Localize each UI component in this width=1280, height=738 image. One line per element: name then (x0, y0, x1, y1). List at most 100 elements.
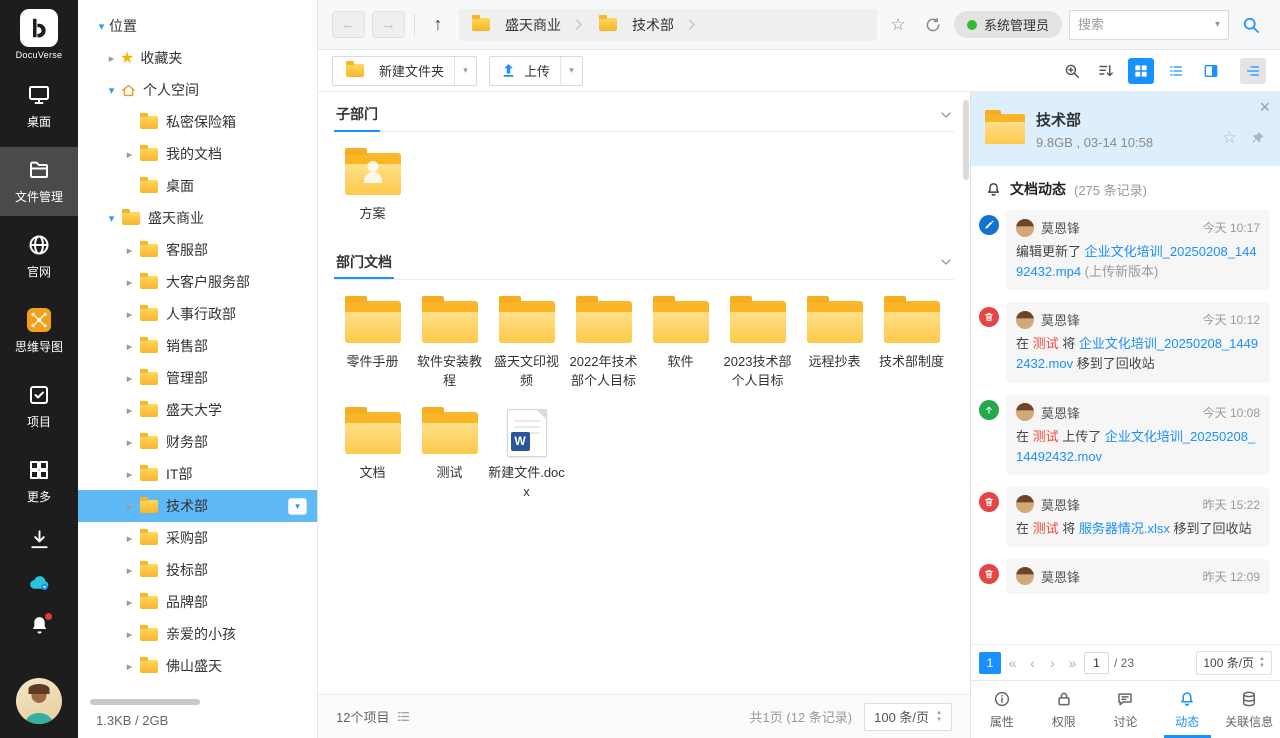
tree-item[interactable]: ▸销售部 (78, 330, 317, 362)
location-link[interactable]: 测试 (1033, 521, 1059, 536)
tab-关联信息[interactable]: 关联信息 (1218, 681, 1280, 738)
breadcrumb-item[interactable]: 技术部 (596, 15, 674, 35)
file-item[interactable]: 远程抄表 (796, 292, 873, 391)
tree-item[interactable]: ▸大客户服务部 (78, 266, 317, 298)
tree-item[interactable]: ▸财务部 (78, 426, 317, 458)
file-item[interactable]: 2023技术部个人目标 (719, 292, 796, 391)
search-dropdown-icon[interactable]: ▾ (1215, 19, 1220, 30)
tree-item[interactable]: ▸佛山盛天 (78, 650, 317, 682)
rail-tool-cloud-sync[interactable] (26, 569, 52, 595)
search-button[interactable] (1236, 10, 1266, 40)
info-panel-toggle-button[interactable] (1240, 58, 1266, 84)
sort-icon[interactable] (1093, 58, 1119, 84)
tree-item[interactable]: ▾个人空间 (78, 74, 317, 106)
search-input[interactable] (1078, 17, 1215, 32)
location-link[interactable]: 测试 (1033, 336, 1059, 351)
tree-item[interactable]: ▸盛天大学 (78, 394, 317, 426)
refresh-icon[interactable] (919, 11, 947, 39)
file-item[interactable]: 2022年技术部个人目标 (565, 292, 642, 391)
tree-item[interactable]: ▸投标部 (78, 554, 317, 586)
horizontal-scrollbar[interactable] (90, 699, 200, 705)
tree-item[interactable]: ▸采购部 (78, 522, 317, 554)
chevron-right-icon[interactable]: ▸ (122, 468, 137, 481)
prev-page-icon[interactable]: ‹ (1024, 652, 1041, 674)
chevron-right-icon[interactable]: ▸ (122, 404, 137, 417)
tree-item[interactable]: 桌面 (78, 170, 317, 202)
chevron-right-icon[interactable]: ▸ (122, 564, 137, 577)
rail-tool-download[interactable] (26, 526, 52, 552)
collapse-section-icon[interactable] (938, 254, 954, 270)
zoom-icon[interactable] (1059, 58, 1085, 84)
new-folder-button[interactable]: 新建文件夹 ▾ (332, 56, 477, 86)
rail-tool-notifications[interactable] (26, 612, 52, 638)
feed-card[interactable]: 莫恩锋今天 10:17编辑更新了 企业文化培训_20250208_1449243… (1006, 210, 1270, 290)
user-role-badge[interactable]: 系统管理员 (954, 11, 1062, 38)
file-item[interactable]: W新建文件.docx (488, 403, 565, 502)
chevron-right-icon[interactable]: ▸ (122, 276, 137, 289)
tree-item[interactable]: ▸品牌部 (78, 586, 317, 618)
rail-item-desktop[interactable]: 桌面 (0, 72, 78, 141)
collapse-section-icon[interactable] (938, 107, 954, 123)
user-avatar[interactable] (16, 678, 62, 724)
chevron-right-icon[interactable]: ▸ (122, 372, 137, 385)
file-item[interactable]: 盛天文印视频 (488, 292, 565, 391)
chevron-right-icon[interactable]: ▸ (122, 628, 137, 641)
chevron-down-icon[interactable]: ▾ (104, 84, 119, 97)
tree-item[interactable]: ▸亲爱的小孩 (78, 618, 317, 650)
tree-item[interactable]: ▸我的文档 (78, 138, 317, 170)
file-item[interactable]: 零件手册 (334, 292, 411, 391)
feed-card[interactable]: 莫恩锋昨天 15:22在 测试 将 服务器情况.xlsx 移到了回收站 (1006, 487, 1270, 547)
feed-card[interactable]: 莫恩锋昨天 12:09 (1006, 559, 1270, 594)
file-link[interactable]: 服务器情况.xlsx (1079, 521, 1170, 536)
rail-item-file-manager[interactable]: 文件管理 (0, 147, 78, 216)
chevron-right-icon[interactable]: ▸ (122, 148, 137, 161)
first-page-icon[interactable]: « (1004, 652, 1021, 674)
back-button[interactable]: ← (332, 11, 365, 38)
tree-item[interactable]: ▸IT部 (78, 458, 317, 490)
tree-item[interactable]: ▸技术部▾ (78, 490, 317, 522)
pin-icon[interactable] (1249, 130, 1266, 147)
tree-root-location[interactable]: ▾ 位置 (78, 10, 317, 42)
chevron-right-icon[interactable]: ▸ (122, 596, 137, 609)
file-item[interactable]: 测试 (411, 403, 488, 502)
page-1-button[interactable]: 1 (979, 652, 1001, 674)
chevron-right-icon[interactable]: ▸ (122, 340, 137, 353)
last-page-icon[interactable]: » (1064, 652, 1081, 674)
grid-view-button[interactable] (1128, 58, 1154, 84)
tree-item[interactable]: ▾盛天商业 (78, 202, 317, 234)
page-size-select[interactable]: 100 条/页 ▲▼ (864, 703, 952, 731)
vertical-scrollbar[interactable] (963, 100, 969, 180)
chevron-right-icon[interactable]: ▸ (104, 52, 119, 65)
chevron-right-icon[interactable]: ▸ (122, 244, 137, 257)
tab-属性[interactable]: 属性 (971, 681, 1033, 738)
rail-item-website[interactable]: 官网 (0, 222, 78, 291)
feed-card[interactable]: 莫恩锋今天 10:08在 测试 上传了 企业文化培训_20250208_1449… (1006, 395, 1270, 475)
tree-item[interactable]: ▸客服部 (78, 234, 317, 266)
detail-view-button[interactable] (1198, 58, 1224, 84)
chevron-down-icon[interactable]: ▾ (104, 212, 119, 225)
forward-button[interactable]: → (372, 11, 405, 38)
chevron-right-icon[interactable]: ▸ (122, 532, 137, 545)
page-input[interactable] (1084, 652, 1109, 674)
close-icon[interactable]: × (1259, 98, 1270, 116)
chevron-right-icon[interactable]: ▸ (122, 500, 137, 513)
tab-动态[interactable]: 动态 (1156, 681, 1218, 738)
tree-item[interactable]: ▸人事行政部 (78, 298, 317, 330)
up-level-button[interactable]: ↑ (424, 11, 452, 38)
tab-讨论[interactable]: 讨论 (1095, 681, 1157, 738)
upload-button[interactable]: 上传 ▾ (489, 56, 583, 86)
feed-card[interactable]: 莫恩锋今天 10:12在 测试 将 企业文化培训_20250208_144924… (1006, 302, 1270, 382)
chevron-right-icon[interactable]: ▸ (122, 308, 137, 321)
favorite-star-icon[interactable]: ☆ (1222, 128, 1237, 148)
feed-page-size-select[interactable]: 100 条/页 ▲▼ (1196, 651, 1272, 675)
favorite-star-icon[interactable]: ☆ (884, 11, 912, 39)
rail-item-projects[interactable]: 项目 (0, 372, 78, 441)
tree-item[interactable]: ▸★收藏夹 (78, 42, 317, 74)
breadcrumb-item[interactable]: 盛天商业 (469, 15, 561, 35)
file-item[interactable]: 软件 (642, 292, 719, 391)
folder-dropdown-button[interactable]: ▾ (288, 498, 307, 515)
tab-权限[interactable]: 权限 (1033, 681, 1095, 738)
rail-item-more[interactable]: 更多 (0, 447, 78, 516)
file-item[interactable]: 方案 (334, 144, 411, 224)
tree-item[interactable]: ▸管理部 (78, 362, 317, 394)
